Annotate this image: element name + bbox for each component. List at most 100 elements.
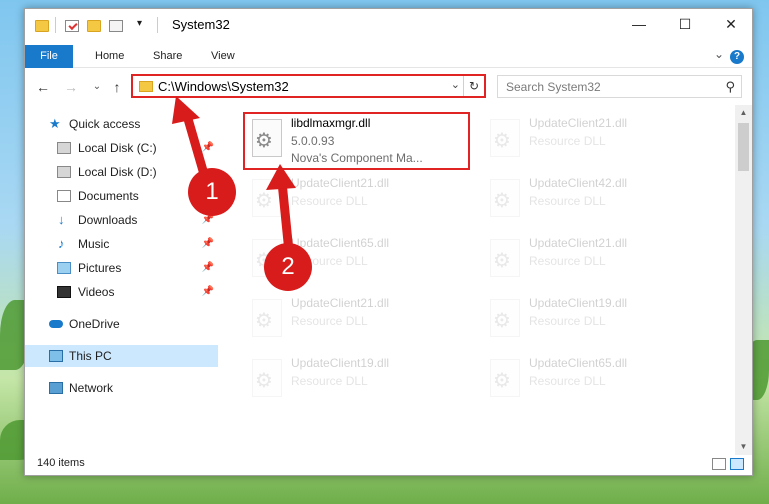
music-icon: ♪ [58, 236, 65, 251]
divider [157, 17, 158, 33]
sidebar-item-music[interactable]: ♪ Music 📌 [25, 233, 218, 255]
properties-check-icon[interactable] [65, 20, 79, 32]
help-icon[interactable]: ? [730, 50, 744, 64]
window-title: System32 [172, 17, 230, 32]
sidebar-item-downloads[interactable]: ↓ Downloads 📌 [25, 209, 218, 231]
download-icon: ↓ [58, 212, 65, 227]
refresh-icon[interactable]: ↻ [463, 76, 484, 96]
sidebar-item-label: Downloads [78, 213, 138, 227]
file-item[interactable]: UpdateClient21.dll Resource DLL [481, 113, 709, 169]
pin-icon[interactable]: 📌 [202, 233, 214, 255]
callout-badge-2: 2 [264, 243, 312, 291]
scroll-up-icon[interactable]: ▲ [735, 105, 752, 121]
sidebar-item-network[interactable]: Network [25, 377, 218, 399]
new-folder-icon[interactable] [87, 20, 101, 32]
tab-view[interactable]: View [211, 45, 235, 68]
documents-icon [57, 190, 71, 202]
back-arrow-icon[interactable]: ← [33, 77, 53, 97]
search-input[interactable]: Search System32 ⚲ [497, 75, 742, 98]
search-icon[interactable]: ⚲ [725, 79, 735, 95]
forward-arrow-icon[interactable]: → [61, 77, 81, 97]
search-placeholder: Search System32 [506, 80, 601, 94]
file-type: Resource DLL [529, 374, 606, 388]
file-type: Resource DLL [529, 314, 606, 328]
file-name: UpdateClient19.dll [529, 296, 628, 310]
file-name: UpdateClient65.dll [291, 236, 390, 250]
file-type: Resource DLL [291, 194, 368, 208]
file-type: Resource DLL [529, 254, 606, 268]
sidebar-item-onedrive[interactable]: OneDrive [25, 313, 218, 335]
recent-locations-icon[interactable]: ⌄ [87, 77, 107, 97]
address-path[interactable]: C:\Windows\System32 [158, 79, 289, 94]
dll-file-icon [252, 299, 282, 337]
navigation-pane: ★ Quick access Local Disk (C:) 📌 Local D… [25, 105, 218, 447]
pin-icon[interactable]: 📌 [202, 257, 214, 279]
sidebar-item-label: Music [78, 237, 110, 251]
drive-icon [57, 166, 71, 178]
sidebar-item-label: Local Disk (D:) [78, 165, 157, 179]
expand-ribbon-icon[interactable]: ⌄ [714, 47, 724, 61]
sidebar-item-label: Local Disk (C:) [78, 141, 157, 155]
divider [55, 17, 56, 33]
maximize-button[interactable]: ☐ [662, 9, 708, 40]
close-button[interactable]: ✕ [708, 9, 754, 40]
tiles-view-icon[interactable] [730, 458, 744, 470]
scroll-thumb[interactable] [738, 123, 749, 171]
file-item[interactable]: UpdateClient21.dll Resource DLL [243, 173, 471, 229]
explorer-window: ▾ System32 — ☐ ✕ File Home Share View ⌄ … [24, 8, 753, 476]
file-item[interactable]: UpdateClient19.dll Resource DLL [243, 353, 471, 409]
star-icon: ★ [49, 116, 61, 131]
sidebar-item-this-pc[interactable]: This PC [25, 345, 218, 367]
dll-file-icon [252, 179, 282, 217]
folder-icon [139, 81, 153, 92]
sidebar-item-local-disk-c[interactable]: Local Disk (C:) 📌 [25, 137, 218, 159]
dll-file-icon [490, 119, 520, 157]
title-bar: ▾ System32 — ☐ ✕ [25, 9, 752, 41]
address-dropdown-icon[interactable]: ⌄ [451, 78, 460, 91]
tab-home[interactable]: Home [95, 45, 124, 68]
vertical-scrollbar[interactable]: ▲ ▼ [735, 105, 752, 455]
callout-badge-1: 1 [188, 168, 236, 216]
folder-icon[interactable] [35, 20, 49, 32]
tab-share[interactable]: Share [153, 45, 182, 68]
sidebar-item-local-disk-d[interactable]: Local Disk (D:) [25, 161, 218, 183]
tab-file[interactable]: File [25, 45, 73, 68]
file-name: UpdateClient21.dll [529, 236, 628, 250]
sidebar-item-pictures[interactable]: Pictures 📌 [25, 257, 218, 279]
dll-file-icon [490, 239, 520, 277]
drive-icon [57, 142, 71, 154]
ribbon-tabs: File Home Share View ⌄ ? [25, 41, 752, 68]
videos-icon [57, 286, 71, 298]
file-item[interactable]: UpdateClient21.dll Resource DLL [481, 233, 709, 289]
file-name: UpdateClient19.dll [291, 356, 390, 370]
sidebar-item-label: Network [69, 381, 114, 395]
file-name: UpdateClient21.dll [291, 296, 390, 310]
pin-icon[interactable]: 📌 [202, 281, 214, 303]
file-highlight-box [243, 112, 470, 170]
sidebar-item-label: Pictures [78, 261, 122, 275]
customize-quick-access-icon[interactable] [109, 20, 123, 32]
file-name: UpdateClient42.dll [529, 176, 628, 190]
quick-access-dropdown-icon[interactable]: ▾ [137, 18, 142, 29]
sidebar-item-quick-access[interactable]: ★ Quick access [25, 113, 218, 135]
details-view-icon[interactable] [712, 458, 726, 470]
network-icon [49, 382, 63, 394]
file-item[interactable]: UpdateClient19.dll Resource DLL [481, 293, 709, 349]
up-arrow-icon[interactable]: ↑ [107, 77, 127, 97]
pictures-icon [57, 262, 71, 274]
file-item[interactable]: UpdateClient21.dll Resource DLL [243, 293, 471, 349]
file-name: UpdateClient21.dll [291, 176, 390, 190]
sidebar-item-videos[interactable]: Videos 📌 [25, 281, 218, 303]
pin-icon[interactable]: 📌 [202, 137, 214, 159]
item-count: 140 items [37, 457, 85, 469]
file-type: Resource DLL [529, 194, 606, 208]
minimize-button[interactable]: — [616, 9, 662, 40]
computer-icon [49, 350, 63, 362]
dll-file-icon [490, 179, 520, 217]
address-bar[interactable]: C:\Windows\System32 ⌄ ↻ [131, 74, 486, 98]
file-item[interactable]: UpdateClient65.dll Resource DLL [481, 353, 709, 409]
sidebar-item-label: Videos [78, 285, 115, 299]
dll-file-icon [490, 299, 520, 337]
sidebar-item-label: OneDrive [69, 317, 120, 331]
file-item[interactable]: UpdateClient42.dll Resource DLL [481, 173, 709, 229]
